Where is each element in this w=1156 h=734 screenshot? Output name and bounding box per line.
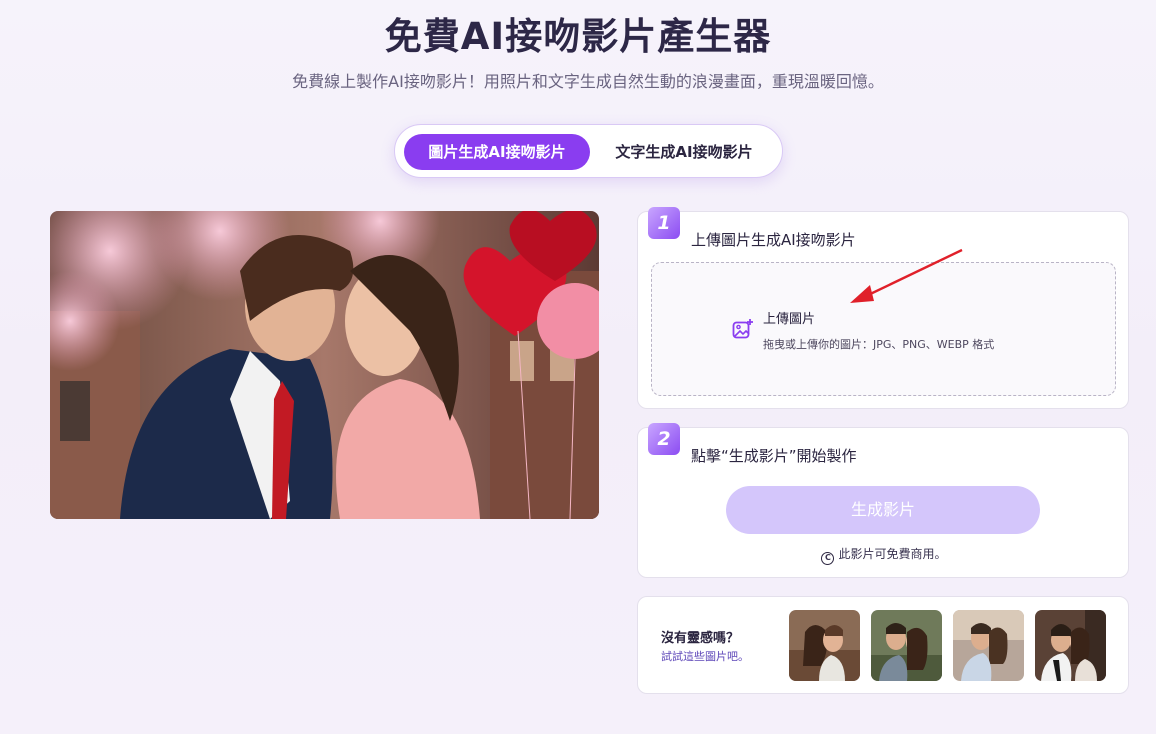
annotation-arrow-icon (840, 245, 970, 311)
sample-image-2[interactable] (871, 610, 942, 681)
generate-video-button[interactable]: 生成影片 (726, 486, 1040, 534)
tab-image-to-kiss-video[interactable]: 圖片生成AI接吻影片 (404, 134, 590, 170)
commercial-use-text: 此影片可免費商用。 (838, 547, 947, 561)
copyright-icon: C (821, 552, 835, 565)
page-title: 免費AI接吻影片產生器 (384, 15, 772, 58)
step2-badge: 2 (648, 423, 680, 455)
inspiration-card: 沒有靈感嗎？ 試試這些圖片吧。 (637, 596, 1129, 694)
sample-image-1[interactable] (789, 610, 860, 681)
sample-image-3[interactable] (953, 610, 1024, 681)
image-plus-icon (732, 318, 754, 344)
hero-example-image (50, 211, 599, 519)
inspiration-subtitle: 試試這些圖片吧。 (661, 650, 749, 663)
step2-card: 2 點擊“生成影片”開始製作 生成影片 C 此影片可免費商用。 (637, 423, 1130, 578)
commercial-use-note: C 此影片可免費商用。 (638, 545, 1130, 565)
step1-title: 上傳圖片生成AI接吻影片 (691, 231, 856, 249)
tab-text-to-kiss-video[interactable]: 文字生成AI接吻影片 (595, 134, 773, 170)
step1-badge: 1 (648, 207, 680, 239)
step2-title: 點擊“生成影片”開始製作 (691, 447, 857, 465)
mode-tabs: 圖片生成AI接吻影片 文字生成AI接吻影片 (394, 124, 783, 178)
page-subtitle: 免費線上製作AI接吻影片！用照片和文字生成自然生動的浪漫畫面，重現溫暖回憶。 (292, 72, 884, 91)
upload-label: 上傳圖片 (763, 312, 816, 327)
upload-hint: 拖曳或上傳你的圖片：JPG、PNG、WEBP 格式 (763, 338, 995, 351)
inspiration-title: 沒有靈感嗎？ (661, 631, 740, 646)
sample-image-4[interactable] (1035, 610, 1106, 681)
